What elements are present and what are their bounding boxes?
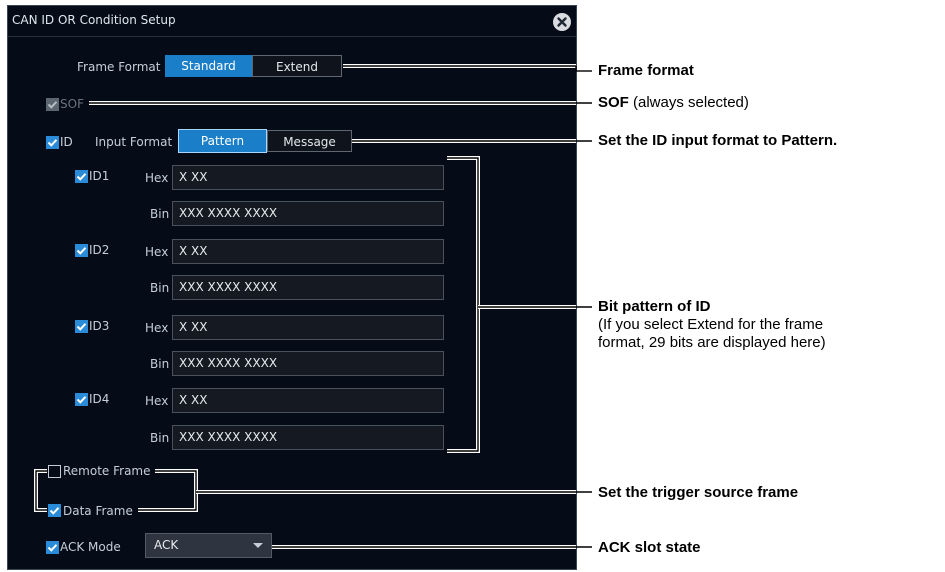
callout-bit-pattern: Bit pattern of ID (If you select Extend … xyxy=(598,298,826,351)
callout-sof: SOF (always selected) xyxy=(598,94,749,111)
callout-id-input-format: Set the ID input format to Pattern. xyxy=(598,132,838,149)
callout-frame-format: Frame format xyxy=(598,62,694,79)
callout-trigger-source: Set the trigger source frame xyxy=(598,484,799,501)
callout-lines xyxy=(34,64,592,549)
callout-ack-slot: ACK slot state xyxy=(598,539,701,556)
